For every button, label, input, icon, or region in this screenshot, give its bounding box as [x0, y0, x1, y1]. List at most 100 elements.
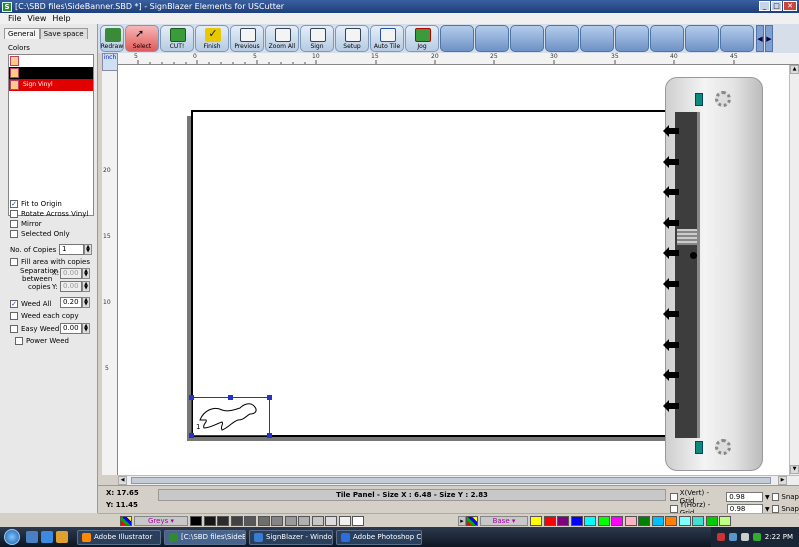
- network-icon[interactable]: [728, 533, 737, 541]
- empty-tool-slot[interactable]: [650, 25, 684, 52]
- empty-tool-slot[interactable]: [685, 25, 719, 52]
- color-swatch[interactable]: [678, 516, 691, 526]
- empty-tool-slot[interactable]: [510, 25, 544, 52]
- mirror-checkbox[interactable]: [10, 220, 18, 228]
- select-button[interactable]: ➚ Select: [125, 25, 159, 52]
- resize-handle[interactable]: [189, 395, 194, 400]
- y-grid-dropdown-icon[interactable]: ▼: [765, 506, 770, 513]
- task-adobe-illustrator[interactable]: Adobe Illustrator: [77, 529, 161, 545]
- task-signblazer-file[interactable]: [C:\SBD files\SideBa...: [164, 529, 246, 545]
- color-swatch[interactable]: [624, 516, 637, 526]
- color-swatch[interactable]: [284, 516, 297, 526]
- copies-spinner[interactable]: ▲ ▼: [84, 244, 92, 255]
- greys-palette-select[interactable]: Greys ▾: [134, 516, 188, 526]
- start-button-icon[interactable]: [4, 529, 20, 545]
- color-swatch[interactable]: [352, 516, 364, 526]
- color-swatch[interactable]: [570, 516, 583, 526]
- x-snap-checkbox[interactable]: [771, 493, 780, 501]
- palette-menu-icon[interactable]: [466, 516, 478, 526]
- show-desktop-icon[interactable]: [26, 531, 38, 543]
- weed-all-option[interactable]: ✓ Weed All: [10, 300, 51, 308]
- drawing-canvas[interactable]: 1: [118, 65, 799, 475]
- menu-view[interactable]: View: [27, 14, 46, 23]
- color-swatch[interactable]: [325, 516, 337, 526]
- color-swatch[interactable]: [530, 516, 542, 526]
- fit-to-origin-option[interactable]: ✓ Fit to Origin: [10, 200, 62, 208]
- color-swatch[interactable]: [244, 516, 256, 526]
- sep-x-spinner[interactable]: ▲ ▼: [82, 268, 90, 279]
- easy-weed-input[interactable]: 0.00: [60, 323, 82, 334]
- color-swatch[interactable]: [203, 516, 216, 526]
- x-grid-dropdown-icon[interactable]: ▼: [765, 494, 770, 501]
- finish-button[interactable]: ✓ Finish: [195, 25, 229, 52]
- zoom-all-button[interactable]: Zoom All: [265, 25, 299, 52]
- color-swatch[interactable]: [190, 516, 202, 526]
- color-swatch[interactable]: [338, 516, 351, 526]
- clock[interactable]: 2:22 PM: [765, 533, 793, 541]
- easy-weed-option[interactable]: Easy Weed: [10, 325, 59, 333]
- task-signblazer-window[interactable]: SignBlazer - Windo...: [249, 529, 333, 545]
- sep-x-input[interactable]: 0.00: [60, 268, 82, 279]
- scroll-right-icon[interactable]: ▶: [778, 476, 787, 485]
- color-swatch[interactable]: [692, 516, 704, 526]
- color-row-white[interactable]: [9, 55, 93, 67]
- weed-all-input[interactable]: 0.20: [60, 297, 82, 308]
- mirror-option[interactable]: Mirror: [10, 220, 42, 228]
- color-list[interactable]: Sign Vinyl: [8, 54, 94, 216]
- scroll-left-icon[interactable]: ◀: [118, 476, 127, 485]
- weed-all-spinner[interactable]: ▲ ▼: [82, 297, 90, 308]
- power-weed-option[interactable]: Power Weed: [15, 337, 69, 345]
- toolbar-prev-icon[interactable]: ◀: [756, 25, 764, 52]
- color-swatch[interactable]: [651, 516, 664, 526]
- menu-file[interactable]: File: [8, 14, 21, 23]
- fill-area-option[interactable]: Fill area with copies: [10, 258, 90, 266]
- empty-tool-slot[interactable]: [580, 25, 614, 52]
- weed-each-checkbox[interactable]: [10, 312, 18, 320]
- empty-tool-slot[interactable]: [720, 25, 754, 52]
- weed-each-option[interactable]: Weed each copy: [10, 312, 79, 320]
- cut-button[interactable]: CUT!: [160, 25, 194, 52]
- maximize-icon[interactable]: □: [771, 1, 782, 11]
- selected-graphic[interactable]: [189, 395, 272, 438]
- color-swatch[interactable]: [298, 516, 310, 526]
- minimize-icon[interactable]: _: [759, 1, 770, 11]
- menu-help[interactable]: Help: [52, 14, 70, 23]
- color-swatch[interactable]: [557, 516, 569, 526]
- color-row-black[interactable]: [9, 67, 93, 79]
- copies-input[interactable]: 1: [59, 244, 84, 255]
- empty-tool-slot[interactable]: [615, 25, 649, 52]
- sep-y-input[interactable]: 0.00: [60, 281, 82, 292]
- scroll-down-icon[interactable]: ▼: [790, 465, 799, 474]
- vertical-scrollbar[interactable]: ▲ ▼: [789, 65, 799, 475]
- color-swatch[interactable]: [230, 516, 243, 526]
- easy-weed-spinner[interactable]: ▲ ▼: [82, 323, 90, 334]
- color-row-red[interactable]: Sign Vinyl: [9, 79, 93, 91]
- empty-tool-slot[interactable]: [440, 25, 474, 52]
- x-grid-checkbox[interactable]: [670, 493, 678, 501]
- color-swatch[interactable]: [217, 516, 229, 526]
- close-icon[interactable]: ✕: [783, 1, 797, 11]
- volume-icon[interactable]: [740, 533, 749, 541]
- internet-explorer-icon[interactable]: [41, 531, 53, 543]
- redraw-button[interactable]: Redraw: [100, 25, 124, 52]
- easy-weed-checkbox[interactable]: [10, 325, 18, 333]
- selected-only-checkbox[interactable]: [10, 230, 18, 238]
- scroll-up-icon[interactable]: ▲: [790, 65, 799, 74]
- empty-tool-slot[interactable]: [475, 25, 509, 52]
- power-weed-checkbox[interactable]: [15, 337, 23, 345]
- tab-save-space[interactable]: Save space: [39, 28, 88, 39]
- tab-general[interactable]: General: [4, 28, 40, 39]
- toolbar-next-icon[interactable]: ▶: [765, 25, 773, 52]
- selected-only-option[interactable]: Selected Only: [10, 230, 70, 238]
- resize-handle[interactable]: [267, 433, 272, 438]
- color-swatch[interactable]: [705, 516, 718, 526]
- base-palette-select[interactable]: Base ▾: [480, 516, 528, 526]
- horizontal-scrollbar[interactable]: ◀ ▶: [118, 475, 799, 485]
- ruler-corner[interactable]: inch: [102, 53, 118, 71]
- sep-y-spinner[interactable]: ▲ ▼: [82, 281, 90, 292]
- resize-handle[interactable]: [189, 433, 194, 438]
- rotate-option[interactable]: Rotate Across Vinyl: [10, 210, 88, 218]
- color-swatch[interactable]: [543, 516, 556, 526]
- security-icon[interactable]: [716, 533, 725, 541]
- scroll-thumb[interactable]: [131, 477, 771, 484]
